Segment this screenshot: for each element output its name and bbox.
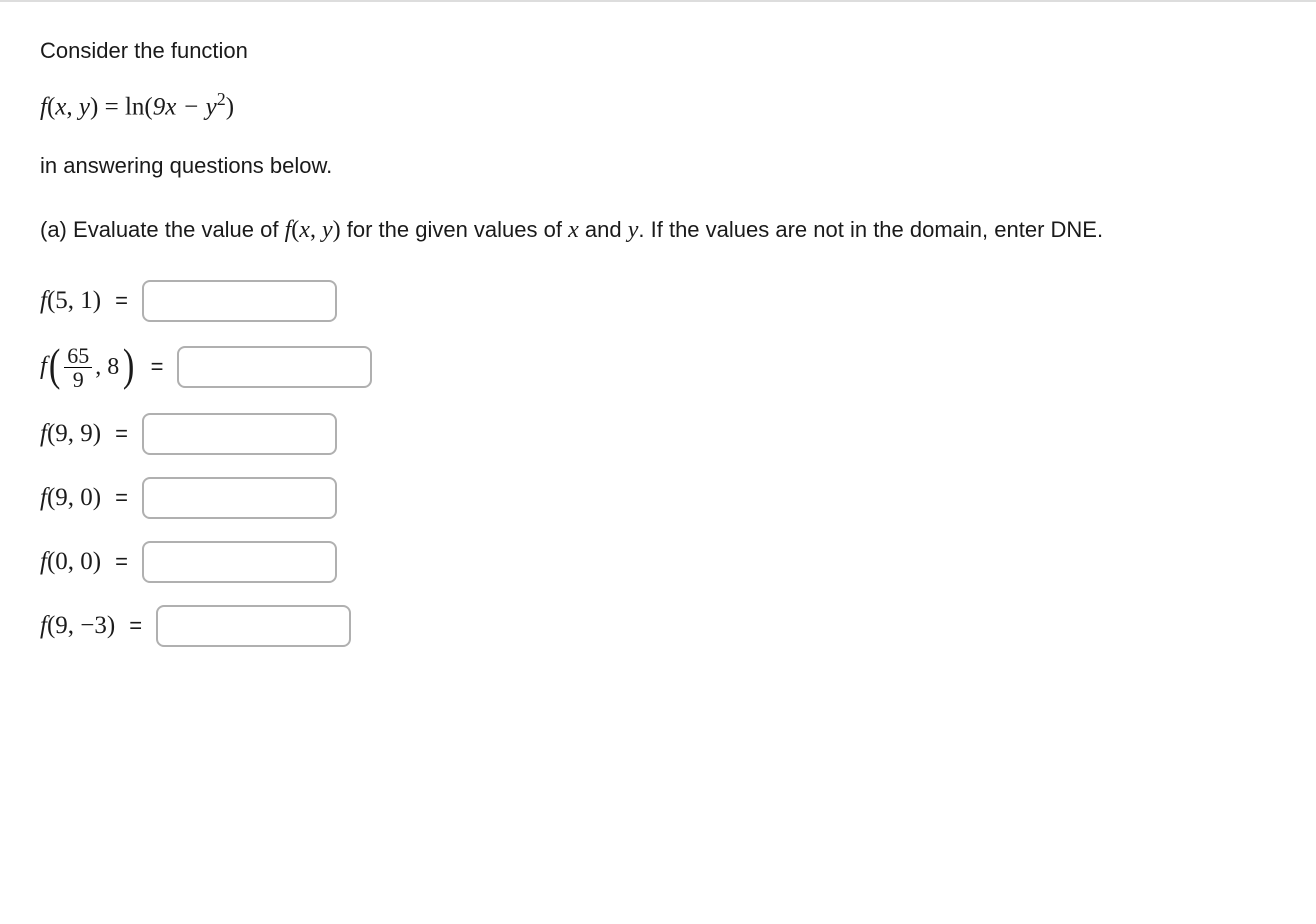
answer-input[interactable] [142,541,337,583]
function-point-label: f(9, −3) [40,612,115,640]
question-row: f(0, 0) = [40,541,1276,583]
question-row: f(9, 0) = [40,477,1276,519]
equals-sign: = [129,613,142,639]
function-point-label: f(9, 9) [40,420,101,448]
answer-input[interactable] [142,477,337,519]
equals-sign: = [115,485,128,511]
function-point-label: f(0, 0) [40,548,101,576]
function-point-label: f ( 65 9 , 8 ) [40,344,137,391]
answer-input[interactable] [142,413,337,455]
function-definition: f(x, y) = ln(9x − y2) [40,89,1276,121]
part-a-text: (a) Evaluate the value of f(x, y) for th… [40,212,1276,249]
problem-content: Consider the function f(x, y) = ln(9x − … [0,0,1316,699]
equals-sign: = [115,549,128,575]
question-row: f(9, −3) = [40,605,1276,647]
equals-sign: = [115,288,128,314]
intro-tail: in answering questions below. [40,149,1276,182]
answer-input[interactable] [156,605,351,647]
function-point-label: f(5, 1) [40,287,101,315]
answer-input[interactable] [177,346,372,388]
function-point-label: f(9, 0) [40,484,101,512]
question-row: f ( 65 9 , 8 ) = [40,344,1276,391]
question-row: f(5, 1) = [40,280,1276,322]
equals-sign: = [151,354,164,380]
answer-input[interactable] [142,280,337,322]
intro-text: Consider the function [40,34,1276,67]
equals-sign: = [115,421,128,447]
question-row: f(9, 9) = [40,413,1276,455]
